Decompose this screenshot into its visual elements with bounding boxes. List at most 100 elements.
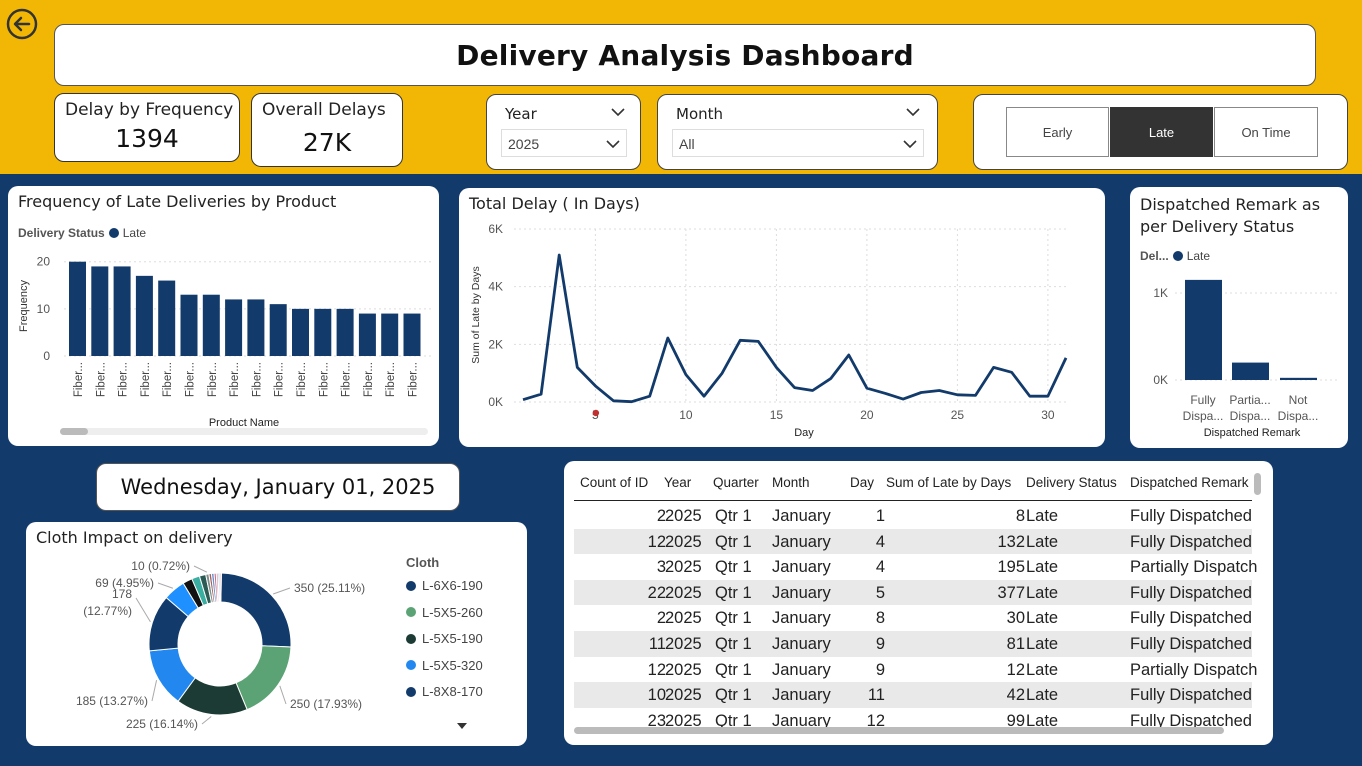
- legend-item[interactable]: L-6X6-190: [406, 578, 483, 593]
- x-tick-label: Fiber...: [207, 362, 219, 397]
- table-cell: January: [772, 609, 831, 628]
- bar[interactable]: [292, 308, 309, 356]
- table-cell: 22: [647, 583, 666, 602]
- table-cell: Fully Dispatched: [1130, 532, 1252, 551]
- x-tick-label: Dispa...: [1278, 409, 1319, 423]
- bar[interactable]: [381, 313, 399, 356]
- bar[interactable]: [91, 266, 109, 356]
- kpi-delay-by-frequency: Delay by Frequency 1394: [54, 93, 240, 162]
- year-dropdown[interactable]: 2025: [501, 129, 627, 157]
- donut-slice[interactable]: [220, 572, 292, 648]
- line-series-late[interactable]: [522, 253, 1068, 404]
- scrollbar-thumb[interactable]: [60, 428, 88, 435]
- bar[interactable]: [336, 308, 354, 356]
- kpi-label: Delay by Frequency: [65, 100, 234, 120]
- table-row[interactable]: 22 2025 Qtr 1 January 5 377 Late Fully Dispatch…: [574, 579, 1252, 606]
- bar[interactable]: [113, 266, 131, 356]
- bar[interactable]: [1280, 377, 1317, 380]
- bar[interactable]: [202, 294, 220, 356]
- table-cell: Fully Dispatched: [1130, 686, 1252, 705]
- table-cell: Partially Dispatch: [1130, 660, 1258, 679]
- bar[interactable]: [1185, 279, 1222, 380]
- scrollbar-track[interactable]: [60, 428, 428, 435]
- legend-dot: [406, 660, 416, 670]
- bar[interactable]: [358, 313, 376, 356]
- table-cell: 4: [875, 558, 885, 577]
- x-tick-label: Fiber...: [341, 362, 353, 397]
- toggle-late[interactable]: Late: [1110, 107, 1213, 157]
- table-cell: Late: [1026, 532, 1059, 551]
- table-cell: 11: [867, 686, 885, 705]
- legend-dot: [406, 633, 416, 644]
- table-row[interactable]: 2 2025 Qtr 1 January 1 8 Late Fully Dispatched: [574, 503, 1252, 529]
- x-tick-label: 30: [1041, 408, 1055, 422]
- chevron-down-icon[interactable]: [611, 107, 625, 117]
- month-slicer-label: Month: [676, 105, 724, 123]
- table-cell: Qtr 1: [715, 609, 752, 628]
- legend-item[interactable]: L-5X5-320: [406, 658, 483, 673]
- table-row[interactable]: 11 2025 Qtr 1 January 9 81 Late Fully Dispatche…: [574, 631, 1252, 657]
- bar[interactable]: [269, 304, 287, 356]
- legend-item[interactable]: L-5X5-190: [406, 631, 483, 646]
- anomaly-marker[interactable]: [592, 409, 600, 417]
- date-display-card: Wednesday, January 01, 2025: [96, 463, 460, 511]
- back-arrow-icon[interactable]: [6, 8, 38, 40]
- x-tick-label: Fully: [1190, 393, 1215, 407]
- title-card: Delivery Analysis Dashboard: [54, 24, 1316, 86]
- slice-label: 185 (13.27%): [76, 694, 148, 708]
- x-axis-label: Dispatched Remark: [1204, 427, 1301, 439]
- cloth-donut-chart: 350 (25.11%) 250 (17.93%) 225 (16.14%) 185 …: [76, 559, 365, 731]
- chevron-down-icon[interactable]: [906, 107, 920, 117]
- x-tick-label: Fiber...: [95, 362, 107, 397]
- donut-slice[interactable]: [219, 572, 222, 603]
- frequency-bar-chart: Frequency Product Name 0 10 20 Fiber... Fibe…: [18, 255, 433, 435]
- vertical-scrollbar[interactable]: [1254, 473, 1261, 495]
- bar[interactable]: [180, 294, 198, 356]
- table-cell: 2025: [665, 558, 702, 577]
- y-tick-label: 1K: [1153, 286, 1168, 300]
- x-tick-label: Fiber...: [73, 362, 85, 397]
- legend-dot: [406, 580, 416, 591]
- table-row[interactable]: 10 2025 Qtr 1 January 11 42 Late Fully Dispatch…: [574, 682, 1252, 708]
- bar[interactable]: [403, 313, 421, 356]
- slice-label: (12.77%): [83, 604, 132, 618]
- table-cell: Qtr 1: [715, 660, 752, 679]
- horizontal-scrollbar[interactable]: [574, 727, 1224, 734]
- slice-label: 250 (17.93%): [290, 697, 362, 711]
- toggle-early[interactable]: Early: [1006, 107, 1109, 157]
- table-cell: 2025: [665, 686, 702, 705]
- bar[interactable]: [1232, 362, 1269, 380]
- caret-down-icon[interactable]: [456, 722, 468, 730]
- leader-line: [273, 587, 291, 595]
- bar[interactable]: [135, 275, 153, 356]
- month-dropdown[interactable]: All: [672, 129, 924, 157]
- table-cell: 12: [647, 532, 666, 551]
- x-tick-label: 25: [951, 408, 965, 422]
- x-tick-label: Fiber...: [118, 362, 130, 397]
- table-row[interactable]: 12 2025 Qtr 1 January 9 12 Late Partially Dispa…: [574, 657, 1258, 683]
- table-row[interactable]: 12 2025 Qtr 1 January 4 132 Late Fully Dispatch…: [574, 528, 1252, 555]
- legend-item[interactable]: L-8X8-170: [406, 684, 483, 699]
- y-tick-label: 2K: [488, 337, 503, 351]
- bar[interactable]: [247, 299, 265, 356]
- table-cell: 30: [1006, 609, 1025, 628]
- table-row[interactable]: 2 2025 Qtr 1 January 8 30 Late Fully Dispatched: [574, 605, 1252, 631]
- bar[interactable]: [225, 299, 243, 356]
- bar[interactable]: [69, 261, 86, 356]
- table-row[interactable]: 3 2025 Qtr 1 January 4 195 Late Partially Dispa…: [574, 554, 1258, 580]
- x-tick-label: Fiber...: [296, 362, 308, 397]
- donut-slice[interactable]: [235, 645, 292, 711]
- y-tick-label: 4K: [488, 280, 503, 294]
- x-tick-label: Fiber...: [363, 362, 375, 397]
- legend-item[interactable]: L-5X5-260: [406, 605, 483, 620]
- x-tick-label: Fiber...: [140, 362, 152, 397]
- toggle-on-time[interactable]: On Time: [1214, 107, 1318, 157]
- date-display: Wednesday, January 01, 2025: [120, 475, 436, 499]
- bar[interactable]: [314, 308, 332, 356]
- x-tick-label: Fiber...: [251, 362, 263, 397]
- bar[interactable]: [158, 280, 176, 356]
- table-cell: Late: [1026, 609, 1059, 628]
- table-cell: Fully Dispatched: [1130, 635, 1252, 653]
- x-tick-label: Fiber...: [318, 362, 330, 397]
- table-cell: Qtr 1: [715, 507, 752, 525]
